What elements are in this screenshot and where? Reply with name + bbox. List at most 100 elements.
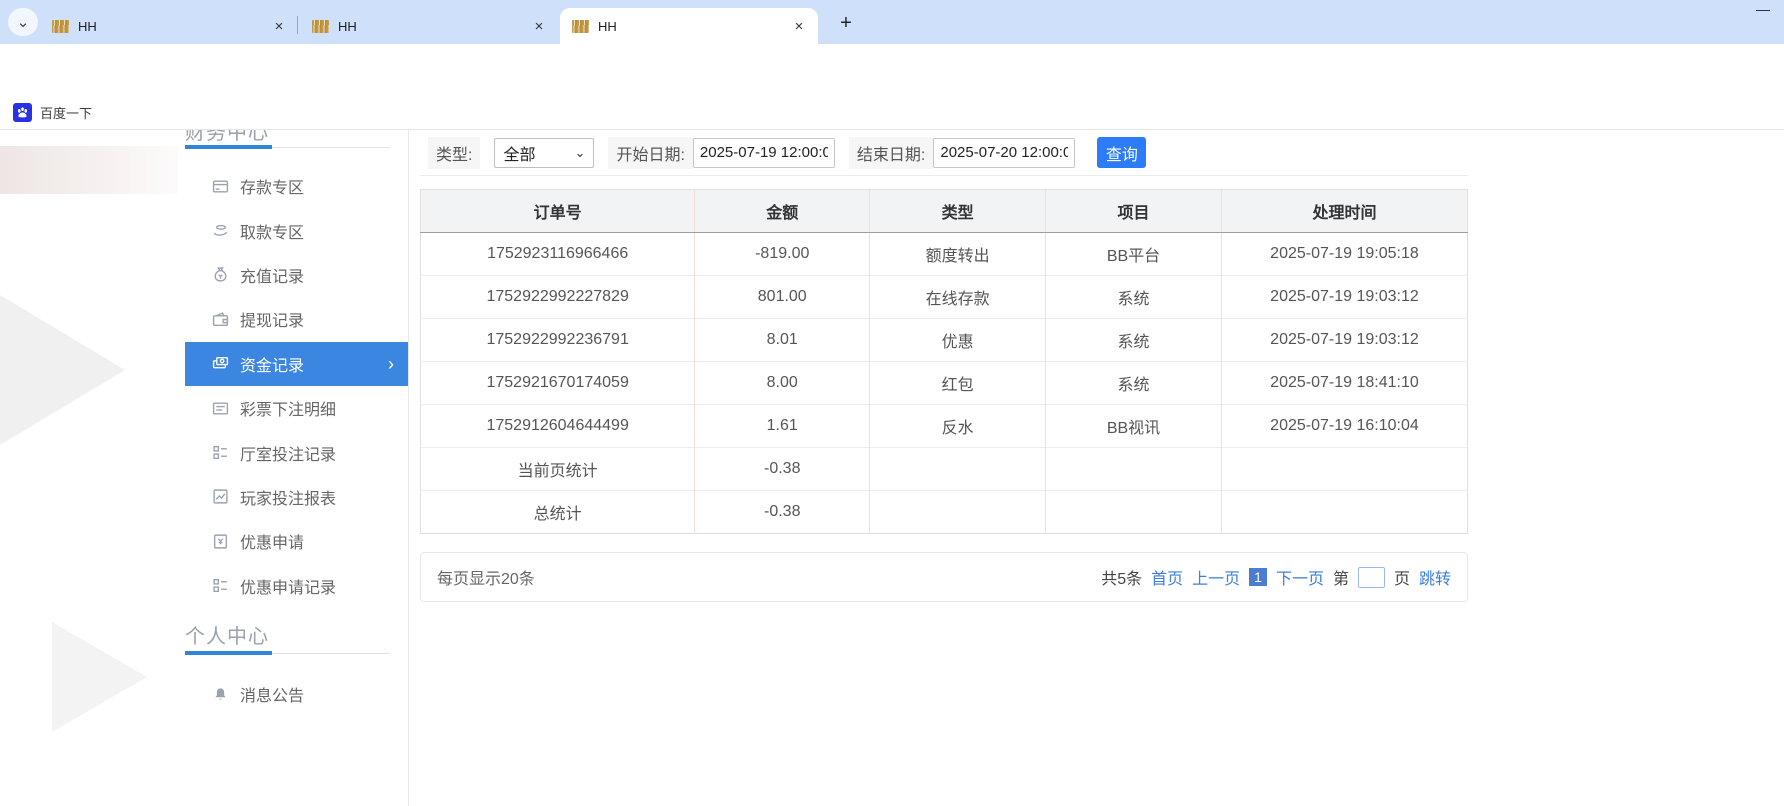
sidebar-item-label: 优惠申请 <box>240 529 304 553</box>
checklist-icon <box>212 577 229 594</box>
sidebar-item-announcements[interactable]: 消息公告 <box>185 672 408 716</box>
filter-bar: 类型: 全部 ⌄ 开始日期: 结束日期: 查询 <box>420 130 1468 176</box>
bell-icon <box>212 686 229 703</box>
cell-amount: 8.01 <box>695 319 870 362</box>
cell-empty <box>870 448 1046 491</box>
jump-prefix-text: 第 <box>1333 565 1349 589</box>
column-header-type: 类型 <box>870 190 1046 233</box>
sidebar-item-hall-bet-records[interactable]: 厅室投注记录 <box>185 430 408 474</box>
finance-menu: 存款专区 取款专区 充值记录 <box>185 164 408 608</box>
background-triangle <box>52 622 147 732</box>
browser-tab-2[interactable]: HH × <box>300 8 558 44</box>
total-count-text: 共5条 <box>1101 565 1142 589</box>
sidebar-item-withdrawal-records[interactable]: 提现记录 <box>185 297 408 341</box>
type-select-value: 全部 <box>503 141 535 165</box>
next-page-link[interactable]: 下一页 <box>1276 565 1324 589</box>
money-bag-icon <box>212 266 229 283</box>
type-select[interactable]: 全部 ⌄ <box>494 138 594 168</box>
tab-close-icon[interactable]: × <box>270 17 288 35</box>
page-size-text: 每页显示20条 <box>437 565 535 589</box>
bookmark-item-baidu[interactable]: 百度一下 <box>13 103 92 122</box>
end-date-input[interactable] <box>933 138 1075 168</box>
list-detail-icon <box>212 400 229 417</box>
sidebar-item-fund-records[interactable]: 资金记录 › <box>185 342 408 386</box>
cell-time: 2025-07-19 19:05:18 <box>1221 233 1467 276</box>
browser-toolbar: ← → ↻ ⌂ mgm1065.com/hhcp/usercenter.html… <box>0 44 1784 95</box>
sidebar-item-label: 彩票下注明细 <box>240 396 336 420</box>
cell-summary-label: 总统计 <box>421 491 695 534</box>
wallet-icon <box>212 311 229 328</box>
section-title: 个人中心 <box>185 620 269 649</box>
cell-empty <box>1046 448 1222 491</box>
start-date-input[interactable] <box>693 138 835 168</box>
tab-title: HH <box>598 19 790 34</box>
sidebar-item-label: 优惠申请记录 <box>240 574 336 598</box>
column-header-order-no: 订单号 <box>421 190 695 233</box>
prev-page-link[interactable]: 上一页 <box>1192 565 1240 589</box>
section-title: 财务中心 <box>185 130 269 145</box>
personal-section-header: 个人中心 <box>185 620 408 664</box>
tab-close-icon[interactable]: × <box>790 17 808 35</box>
site-favicon <box>572 20 589 33</box>
current-page-badge[interactable]: 1 <box>1249 568 1267 586</box>
checklist-icon <box>212 444 229 461</box>
baidu-paw-icon <box>13 103 32 122</box>
sidebar-item-label: 玩家投注报表 <box>240 485 336 509</box>
cell-amount: 801.00 <box>695 276 870 319</box>
column-header-project: 项目 <box>1046 190 1222 233</box>
cell-summary-amount: -0.38 <box>695 448 870 491</box>
cell-amount: -819.00 <box>695 233 870 276</box>
cell-type: 额度转出 <box>870 233 1046 276</box>
sidebar-item-promo-apply[interactable]: 优惠申请 <box>185 519 408 563</box>
cell-summary-label: 当前页统计 <box>421 448 695 491</box>
sidebar-item-promo-apply-records[interactable]: 优惠申请记录 <box>185 564 408 608</box>
new-tab-button[interactable]: + <box>833 10 859 36</box>
column-header-amount: 金额 <box>695 190 870 233</box>
cell-time: 2025-07-19 19:03:12 <box>1221 319 1467 362</box>
browser-tab-3-active[interactable]: HH × <box>560 8 818 44</box>
sidebar-item-label: 取款专区 <box>240 219 304 243</box>
sidebar-item-lottery-bet-details[interactable]: 彩票下注明细 <box>185 386 408 430</box>
cell-order-no: 1752922992227829 <box>421 276 695 319</box>
finance-section-header: 财务中心 <box>185 130 408 164</box>
chevron-right-icon: › <box>388 355 394 373</box>
sidebar-item-recharge-records[interactable]: 充值记录 <box>185 253 408 297</box>
tab-close-icon[interactable]: × <box>530 17 548 35</box>
search-button[interactable]: 查询 <box>1097 137 1146 168</box>
table-row: 1752922992227829 801.00 在线存款 系统 2025-07-… <box>421 276 1468 319</box>
sidebar-item-player-bet-report[interactable]: 玩家投注报表 <box>185 475 408 519</box>
summary-row-total: 总统计 -0.38 <box>421 491 1468 534</box>
pagination-bar: 每页显示20条 共5条 首页 上一页 1 下一页 第 页 跳转 <box>420 552 1468 602</box>
summary-row-current-page: 当前页统计 -0.38 <box>421 448 1468 491</box>
cell-project: 系统 <box>1046 362 1222 405</box>
table-row: 1752922992236791 8.01 优惠 系统 2025-07-19 1… <box>421 319 1468 362</box>
cell-order-no: 1752921670174059 <box>421 362 695 405</box>
page-number-input[interactable] <box>1358 567 1385 588</box>
banknotes-icon <box>212 355 229 372</box>
sidebar-item-label: 厅室投注记录 <box>240 441 336 465</box>
sidebar-item-deposit-zone[interactable]: 存款专区 <box>185 164 408 208</box>
tab-title: HH <box>78 19 270 34</box>
coupon-yen-icon <box>212 533 229 550</box>
cell-empty <box>1221 448 1467 491</box>
tab-search-button[interactable]: ⌄ <box>8 8 38 36</box>
bookmark-label: 百度一下 <box>40 103 92 122</box>
cell-time: 2025-07-19 18:41:10 <box>1221 362 1467 405</box>
jump-button[interactable]: 跳转 <box>1419 565 1451 589</box>
personal-menu: 消息公告 <box>185 672 408 716</box>
sidebar-item-label: 充值记录 <box>240 263 304 287</box>
sidebar-item-withdraw-zone[interactable]: 取款专区 <box>185 208 408 252</box>
cell-order-no: 1752912604644499 <box>421 405 695 448</box>
cell-empty <box>1046 491 1222 534</box>
tab-strip: ⌄ HH × HH × HH × + — <box>0 0 1784 44</box>
first-page-link[interactable]: 首页 <box>1151 565 1183 589</box>
page-content: 财务中心 存款专区 取款专区 <box>0 130 1784 806</box>
background-texture <box>0 146 178 194</box>
start-date-label: 开始日期: <box>608 137 692 169</box>
table-row: 1752921670174059 8.00 红包 系统 2025-07-19 1… <box>421 362 1468 405</box>
bookmarks-bar: 百度一下 <box>0 95 1784 130</box>
browser-tab-1[interactable]: HH × <box>40 8 298 44</box>
window-minimize-button[interactable]: — <box>1750 0 1776 18</box>
cell-type: 红包 <box>870 362 1046 405</box>
cell-order-no: 1752922992236791 <box>421 319 695 362</box>
